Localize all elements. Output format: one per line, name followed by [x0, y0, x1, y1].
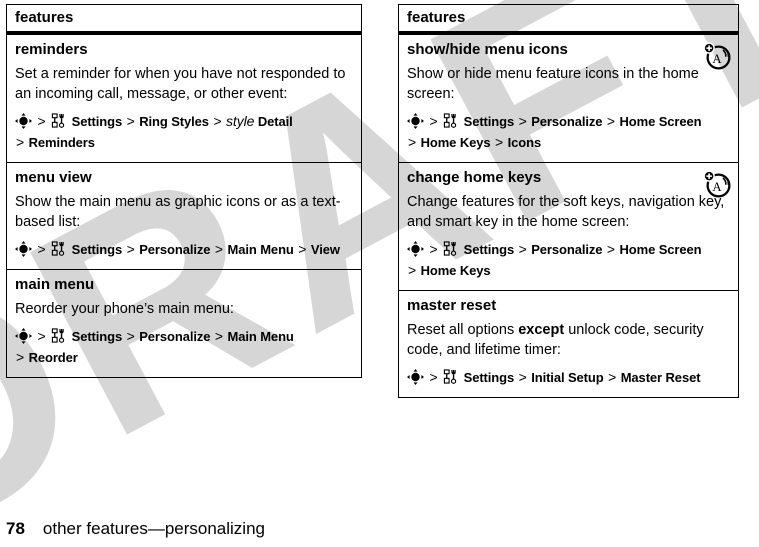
feature-menu-path: > Settings > Personalize > Home Screen >… [407, 239, 730, 281]
path-separator-icon: > [518, 241, 527, 257]
joystick-center-select-icon [15, 113, 33, 129]
path-menu-item[interactable]: Settings [72, 242, 123, 257]
path-menu-item[interactable]: Master Reset [621, 370, 701, 385]
path-separator-icon: > [37, 328, 46, 344]
path-menu-item[interactable]: Settings [72, 114, 123, 129]
joystick-center-select-icon [407, 113, 425, 129]
path-separator-icon: > [126, 328, 135, 344]
settings-tools-icon [50, 113, 68, 129]
feature-row: main menu Reorder your phone’s main menu:… [7, 270, 361, 377]
joystick-center-select-icon [15, 241, 33, 257]
feature-title: change home keys [407, 169, 542, 186]
path-menu-item[interactable]: Personalize [531, 242, 602, 257]
path-menu-item[interactable]: Detail [258, 114, 293, 129]
path-separator-icon: > [608, 369, 617, 385]
feature-menu-path: > Settings > Personalize > Main Menu > V… [15, 239, 353, 260]
path-menu-item[interactable]: Personalize [139, 329, 210, 344]
path-separator-icon: > [214, 241, 223, 257]
feature-description: Reset all options except unlock code, se… [407, 320, 730, 360]
feature-row: master reset Reset all options except unl… [399, 291, 738, 397]
path-separator-icon: > [495, 134, 504, 150]
settings-tools-icon [442, 241, 460, 257]
path-separator-icon: > [408, 262, 417, 278]
feature-title: main menu [15, 276, 95, 293]
feature-title: show/hide menu icons [407, 41, 568, 58]
path-menu-item[interactable]: Home Screen [619, 242, 701, 257]
table-header-features: features [399, 5, 738, 35]
settings-tools-icon [50, 328, 68, 344]
path-separator-icon: > [408, 134, 417, 150]
path-menu-item[interactable]: Initial Setup [531, 370, 603, 385]
feature-title: master reset [407, 297, 497, 314]
path-separator-icon: > [214, 328, 223, 344]
path-separator-icon: > [16, 349, 25, 365]
feature-row: Achange home keys Change features for the… [399, 163, 738, 291]
feature-description: Show or hide menu feature icons in the h… [407, 66, 699, 102]
joystick-center-select-icon [407, 241, 425, 257]
feature-description: Reorder your phone’s main menu: [15, 301, 234, 317]
settings-tools-icon [50, 241, 68, 257]
path-separator-icon: > [126, 241, 135, 257]
path-menu-item[interactable]: Settings [72, 329, 123, 344]
feature-description-part: Reset all options [407, 322, 519, 338]
path-menu-item[interactable]: Personalize [531, 114, 602, 129]
path-menu-item[interactable]: Home Keys [421, 263, 491, 278]
path-menu-item[interactable]: Home Screen [619, 114, 701, 129]
feature-menu-path: > Settings > Initial Setup > Master Rese… [407, 367, 730, 388]
path-separator-icon: > [37, 113, 46, 129]
path-separator-icon: > [606, 113, 615, 129]
svg-text:A: A [712, 52, 722, 66]
table-header-features: features [7, 5, 361, 35]
path-menu-item[interactable]: Ring Styles [139, 114, 209, 129]
feature-description: Show the main menu as graphic icons or a… [15, 194, 341, 230]
path-menu-item[interactable]: Home Keys [421, 135, 491, 150]
path-menu-item[interactable]: Settings [464, 114, 515, 129]
path-menu-item[interactable]: Main Menu [227, 242, 293, 257]
path-separator-icon: > [518, 369, 527, 385]
path-separator-icon: > [213, 113, 222, 129]
joystick-center-select-icon [15, 328, 33, 344]
joystick-center-select-icon [407, 369, 425, 385]
feature-title: reminders [15, 41, 88, 58]
path-menu-item[interactable]: Reminders [29, 135, 95, 150]
path-separator-icon: > [16, 134, 25, 150]
footer-section-title: other features—personalizing [42, 519, 265, 538]
features-table-right: features Ashow/hide menu icons Show or hid… [398, 4, 739, 398]
feature-title: menu view [15, 169, 92, 186]
path-placeholder: style [226, 113, 255, 129]
feature-description: Set a reminder for when you have not res… [15, 66, 346, 102]
feature-row: reminders Set a reminder for when you hav… [7, 35, 361, 163]
feature-menu-path: > Settings > Personalize > Home Screen >… [407, 111, 730, 153]
page-number: 78 [6, 519, 25, 538]
manual-page: features reminders Set a reminder for when… [0, 0, 759, 547]
path-separator-icon: > [518, 113, 527, 129]
path-menu-item[interactable]: Main Menu [227, 329, 293, 344]
settings-tools-icon [442, 113, 460, 129]
path-menu-item[interactable]: Personalize [139, 242, 210, 257]
settings-tools-icon [442, 369, 460, 385]
feature-menu-path: > Settings > Ring Styles > style Detail … [15, 111, 353, 153]
path-separator-icon: > [298, 241, 307, 257]
feature-description-part: except [518, 322, 565, 338]
path-separator-icon: > [37, 241, 46, 257]
path-menu-item[interactable]: View [311, 242, 340, 257]
path-menu-item[interactable]: Reorder [29, 350, 78, 365]
path-menu-item[interactable]: Settings [464, 370, 515, 385]
path-menu-item[interactable]: Icons [508, 135, 542, 150]
path-separator-icon: > [429, 241, 438, 257]
path-menu-item[interactable]: Settings [464, 242, 515, 257]
path-separator-icon: > [126, 113, 135, 129]
path-separator-icon: > [429, 369, 438, 385]
feature-description: Change features for the soft keys, navig… [407, 194, 725, 230]
svg-text:A: A [712, 180, 722, 194]
path-separator-icon: > [429, 113, 438, 129]
feature-menu-path: > Settings > Personalize > Main Menu > R… [15, 326, 353, 368]
path-separator-icon: > [606, 241, 615, 257]
feature-row: Ashow/hide menu icons Show or hide menu f… [399, 35, 738, 163]
feature-row: menu view Show the main menu as graphic i… [7, 163, 361, 270]
page-footer: 78 other features—personalizing [6, 519, 265, 539]
features-table-left: features reminders Set a reminder for when… [6, 4, 362, 378]
